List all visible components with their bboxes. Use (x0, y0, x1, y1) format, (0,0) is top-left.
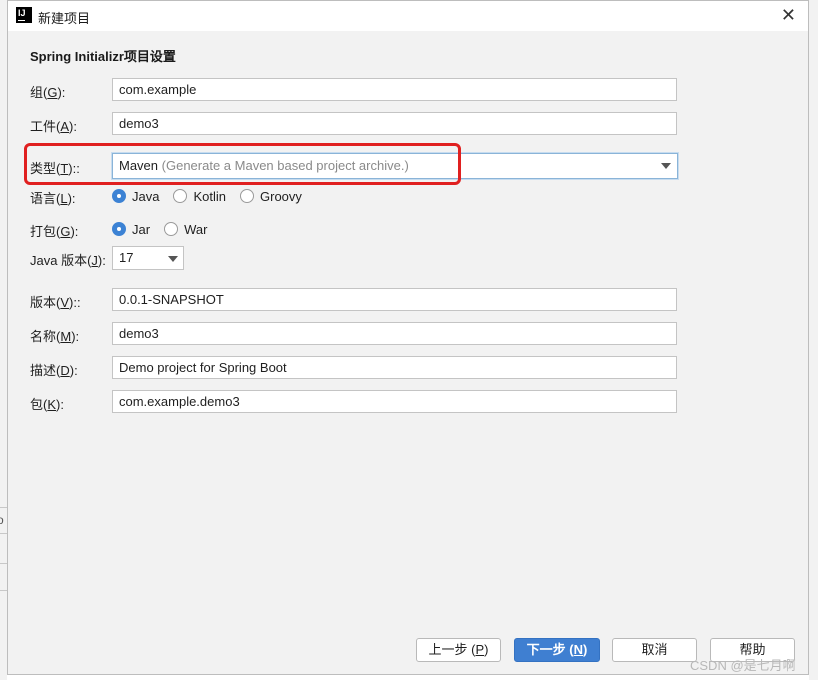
window-title: 新建项目 (38, 11, 91, 26)
radio-icon (173, 189, 188, 203)
radio-icon (112, 222, 126, 236)
radio-icon (240, 189, 254, 203)
version-label: 版本(V):: (30, 295, 81, 310)
radio-icon (112, 189, 126, 203)
language-radio-group: Java Kotlin Groovy (112, 186, 316, 206)
background-divider (0, 590, 7, 591)
packaging-label: 打包(G): (30, 224, 79, 239)
background-divider (0, 563, 7, 564)
cancel-button[interactable]: 取消 (612, 638, 697, 662)
language-radio-java[interactable]: Java (112, 189, 159, 204)
java-version-value: 17 (119, 250, 134, 265)
title-bar: IJ 新建项目 ✕ (8, 1, 808, 31)
background-window-left: o (0, 0, 7, 680)
package-label: 包(K): (30, 397, 64, 412)
radio-icon (164, 222, 179, 236)
artifact-label: 工件(A): (30, 119, 77, 134)
description-input[interactable]: Demo project for Spring Boot (112, 356, 677, 379)
java-version-label: Java 版本(J): (30, 253, 106, 268)
chevron-down-icon[interactable] (168, 256, 178, 262)
language-radio-kotlin[interactable]: Kotlin (173, 189, 226, 204)
close-button[interactable]: ✕ (781, 5, 796, 25)
description-label: 描述(D): (30, 363, 78, 378)
name-label: 名称(M): (30, 329, 80, 344)
name-input[interactable]: demo3 (112, 322, 677, 345)
previous-button[interactable]: 上一步 (P) (416, 638, 501, 662)
package-input[interactable]: com.example.demo3 (112, 390, 677, 413)
artifact-input[interactable]: demo3 (112, 112, 677, 135)
background-divider (0, 533, 7, 534)
language-label: 语言(L): (30, 191, 76, 206)
section-title: Spring Initializr项目设置 (30, 49, 176, 64)
intellij-icon: IJ (16, 7, 32, 23)
background-text: o (0, 513, 4, 527)
next-button[interactable]: 下一步 (N) (514, 638, 600, 662)
background-divider (0, 507, 7, 508)
annotation-highlight-box (24, 143, 461, 185)
group-label: 组(G): (30, 85, 66, 100)
background-window-right (809, 0, 818, 680)
version-input[interactable]: 0.0.1-SNAPSHOT (112, 288, 677, 311)
packaging-radio-war[interactable]: War (164, 222, 207, 237)
group-input[interactable]: com.example (112, 78, 677, 101)
packaging-radio-jar[interactable]: Jar (112, 222, 150, 237)
packaging-radio-group: Jar War (112, 219, 221, 239)
chevron-down-icon[interactable] (661, 163, 671, 169)
language-radio-groovy[interactable]: Groovy (240, 189, 302, 204)
watermark: CSDN @是七月啊 (690, 658, 796, 673)
new-project-dialog: IJ 新建项目 ✕ Spring Initializr项目设置 组(G): co… (7, 0, 809, 675)
